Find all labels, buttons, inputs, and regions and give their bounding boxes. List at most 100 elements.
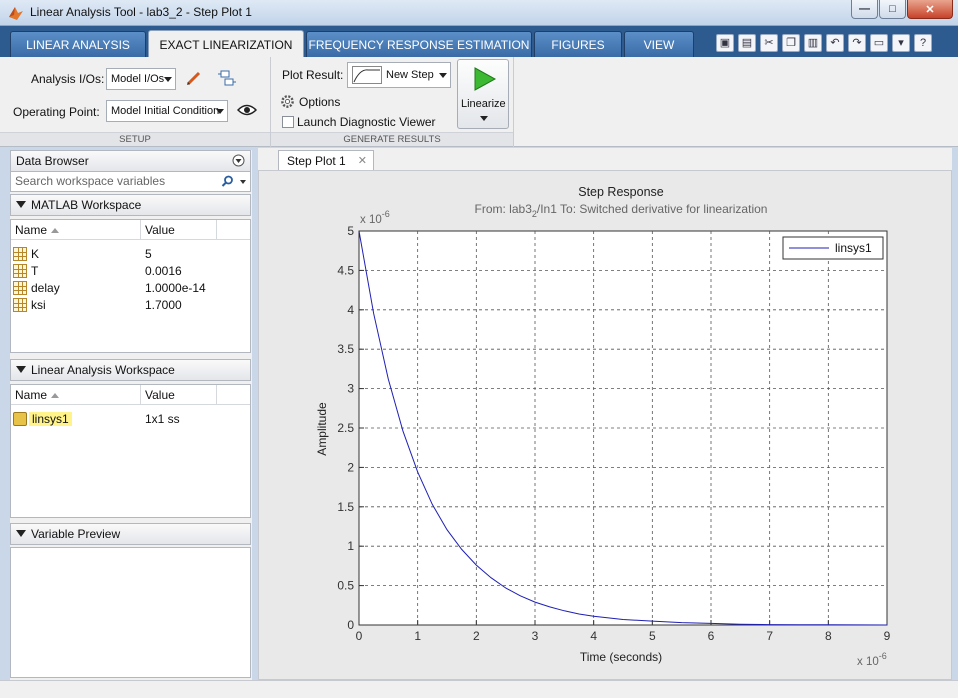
- table-row[interactable]: delay 1.0000e-14: [11, 280, 250, 297]
- y-tick-label: 2: [347, 460, 354, 474]
- plot-area: Step Response From: lab32/In1 To: Switch…: [258, 170, 952, 680]
- y-tick-label: 4: [347, 303, 354, 317]
- variable-value: 1x1 ss: [145, 412, 180, 426]
- table-row[interactable]: K 5: [11, 246, 250, 263]
- y-tick-label: 3.5: [337, 342, 354, 356]
- generate-results-section-label: GENERATE RESULTS: [271, 132, 513, 146]
- document-tab-label: Step Plot 1: [287, 154, 346, 168]
- plot-result-dropdown[interactable]: New Step: [347, 62, 451, 88]
- matlab-workspace-title: MATLAB Workspace: [31, 198, 142, 212]
- setup-section-label: SETUP: [0, 132, 270, 146]
- column-header-name[interactable]: Name: [11, 385, 141, 405]
- eye-icon[interactable]: [237, 102, 257, 118]
- options-label[interactable]: Options: [299, 95, 340, 109]
- matrix-variable-icon: [13, 281, 27, 295]
- plot-result-value: New Step: [386, 69, 434, 81]
- plot-axes: 0 1 2 3 4 5 6 7 8 9 0 0.5 1 1.5 2 2.5 3 3.5 4 4.5 5 linsys1: [337, 224, 890, 643]
- y-tick-label: 2.5: [337, 421, 354, 435]
- redo-icon[interactable]: ↷: [848, 34, 866, 52]
- y-tick-label: 4.5: [337, 263, 354, 277]
- column-header-value[interactable]: Value: [141, 385, 217, 405]
- matlab-workspace-header[interactable]: MATLAB Workspace: [10, 194, 251, 216]
- legend-entry: linsys1: [835, 241, 872, 255]
- matrix-variable-icon: [13, 298, 27, 312]
- tab-figures[interactable]: FIGURES: [534, 31, 622, 57]
- y-tick-label: 0: [347, 618, 354, 632]
- chevron-down-icon: [439, 73, 447, 78]
- dropdown-icon[interactable]: ▾: [892, 34, 910, 52]
- cut-icon[interactable]: ✂: [760, 34, 778, 52]
- column-header-value[interactable]: Value: [141, 220, 217, 240]
- chevron-down-icon: [164, 77, 172, 82]
- plot-result-label: Plot Result:: [282, 68, 344, 82]
- step-plot-icon: [352, 66, 382, 84]
- sort-ascending-icon: [51, 393, 60, 399]
- paste-icon[interactable]: ▥: [804, 34, 822, 52]
- linearize-button[interactable]: Linearize: [457, 59, 509, 129]
- variable-name: ksi: [31, 298, 46, 312]
- workspace-search-input[interactable]: Search workspace variables: [10, 171, 251, 192]
- matrix-variable-icon: [13, 264, 27, 278]
- document-tabbar: Step Plot 1 ✕: [258, 148, 952, 172]
- y-tick-label: 5: [347, 224, 354, 238]
- help-icon[interactable]: ?: [914, 34, 932, 52]
- table-row[interactable]: T 0.0016: [11, 263, 250, 280]
- linear-analysis-workspace-table: Name Value linsys1 1x1 ss: [10, 384, 251, 518]
- panel-menu-icon[interactable]: [232, 154, 245, 167]
- y-axis-label: Amplitude: [315, 402, 329, 456]
- step-response-chart[interactable]: Step Response From: lab32/In1 To: Switch…: [259, 171, 951, 679]
- switch-windows-icon[interactable]: ▭: [870, 34, 888, 52]
- ribbon-separator: [513, 57, 514, 147]
- x-tick-label: 3: [532, 629, 539, 643]
- tab-frequency-response-estimation[interactable]: FREQUENCY RESPONSE ESTIMATION: [306, 31, 532, 57]
- collapse-triangle-icon: [16, 530, 26, 538]
- matrix-variable-icon: [13, 247, 27, 261]
- data-browser-panel: Data Browser Search workspace variables …: [10, 150, 252, 680]
- tab-view[interactable]: VIEW: [624, 31, 694, 57]
- close-button[interactable]: ✕: [907, 0, 953, 19]
- tab-exact-linearization[interactable]: EXACT LINEARIZATION: [148, 30, 304, 58]
- variable-name: linsys1: [29, 412, 72, 426]
- x-tick-label: 2: [473, 629, 480, 643]
- window-titlebar: Linear Analysis Tool - lab3_2 - Step Plo…: [0, 0, 958, 26]
- close-tab-icon[interactable]: ✕: [358, 151, 367, 171]
- data-browser-header: Data Browser: [10, 150, 251, 172]
- column-header-name[interactable]: Name: [11, 220, 141, 240]
- operating-point-value: Model Initial Condition: [111, 105, 220, 117]
- search-icon[interactable]: [221, 175, 234, 188]
- io-config-icon[interactable]: [217, 68, 237, 88]
- new-icon[interactable]: ▣: [716, 34, 734, 52]
- window-title: Linear Analysis Tool - lab3_2 - Step Plo…: [30, 5, 252, 19]
- quick-access-toolbar: ▣ ▤ ✂ ❐ ▥ ↶ ↷ ▭ ▾ ?: [716, 33, 932, 53]
- analysis-ios-dropdown[interactable]: Model I/Os: [106, 68, 176, 90]
- data-browser-title: Data Browser: [16, 154, 89, 168]
- search-placeholder: Search workspace variables: [15, 174, 166, 188]
- operating-point-dropdown[interactable]: Model Initial Condition: [106, 100, 228, 122]
- maximize-button[interactable]: □: [879, 0, 906, 19]
- table-header: Name Value: [11, 220, 250, 240]
- launch-diagnostic-viewer-checkbox[interactable]: [282, 116, 294, 128]
- linear-analysis-workspace-header[interactable]: Linear Analysis Workspace: [10, 359, 251, 381]
- minimize-button[interactable]: —: [851, 0, 878, 19]
- save-icon[interactable]: ▤: [738, 34, 756, 52]
- chart-subtitle: From: lab32/In1 To: Switched derivative …: [475, 202, 768, 219]
- y-tick-label: 1.5: [337, 500, 354, 514]
- variable-name: T: [31, 264, 39, 278]
- edit-pencil-icon[interactable]: [185, 69, 203, 87]
- subtitle-from: From: lab3: [475, 202, 533, 216]
- tab-linear-analysis[interactable]: LINEAR ANALYSIS: [10, 31, 146, 57]
- variable-value: 0.0016: [145, 264, 182, 278]
- collapse-triangle-icon: [16, 201, 26, 209]
- tab-step-plot-1[interactable]: Step Plot 1 ✕: [278, 150, 374, 172]
- table-row[interactable]: ksi 1.7000: [11, 297, 250, 314]
- copy-icon[interactable]: ❐: [782, 34, 800, 52]
- variable-preview-header[interactable]: Variable Preview: [10, 523, 251, 545]
- undo-icon[interactable]: ↶: [826, 34, 844, 52]
- chevron-down-icon[interactable]: [240, 180, 246, 184]
- sort-ascending-icon: [51, 228, 60, 234]
- table-row[interactable]: linsys1 1x1 ss: [11, 411, 250, 428]
- x-tick-label: 6: [708, 629, 715, 643]
- y-multiplier: x 10-6: [360, 209, 390, 226]
- variable-preview-title: Variable Preview: [31, 527, 121, 541]
- gear-icon[interactable]: [280, 94, 295, 109]
